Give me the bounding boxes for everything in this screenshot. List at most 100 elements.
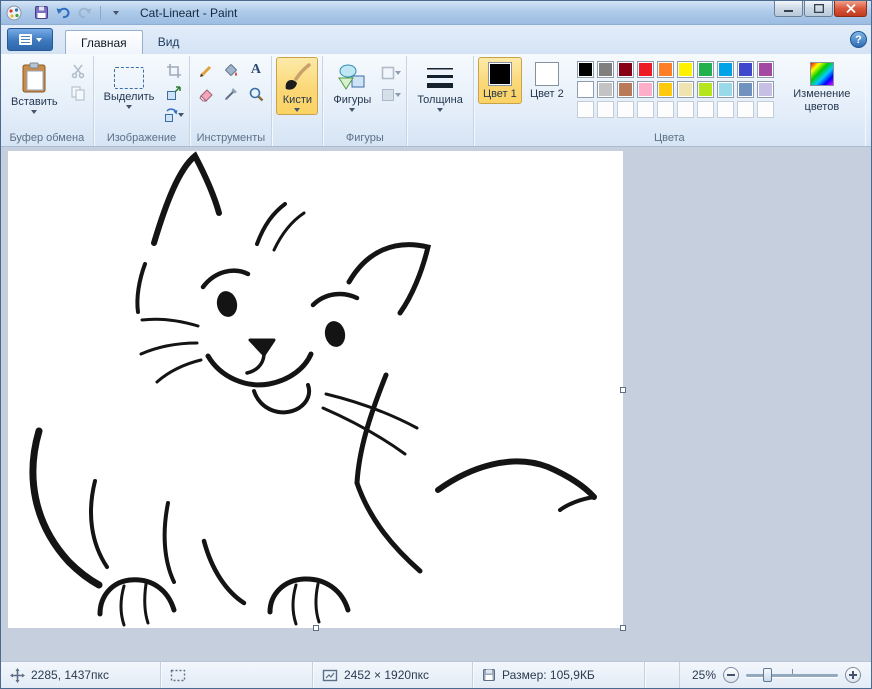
ribbon: Вставить Буфер обмена Выде bbox=[1, 54, 871, 147]
size-button[interactable]: Толщина bbox=[411, 57, 469, 115]
pencil-tool[interactable] bbox=[194, 59, 217, 81]
palette-color-swatch[interactable] bbox=[597, 61, 614, 78]
eraser-tool[interactable] bbox=[194, 83, 217, 105]
palette-color-swatch[interactable] bbox=[737, 81, 754, 98]
paint-app-icon[interactable] bbox=[5, 4, 23, 22]
rotate-button[interactable] bbox=[163, 105, 185, 125]
canvas-resize-handle-right[interactable] bbox=[620, 387, 626, 393]
zoom-in-button[interactable] bbox=[845, 667, 861, 683]
palette-empty-slot[interactable] bbox=[677, 101, 694, 118]
close-button[interactable] bbox=[834, 1, 867, 17]
palette-empty-slot[interactable] bbox=[737, 101, 754, 118]
window-controls bbox=[773, 1, 871, 17]
cut-button[interactable] bbox=[67, 61, 89, 81]
paste-button[interactable]: Вставить bbox=[5, 57, 64, 117]
fill-tool[interactable] bbox=[219, 59, 242, 81]
palette-empty-slot[interactable] bbox=[697, 101, 714, 118]
palette-color-swatch[interactable] bbox=[577, 61, 594, 78]
ribbon-tab-row: Главная Вид ? bbox=[1, 25, 871, 54]
palette-color-swatch[interactable] bbox=[757, 61, 774, 78]
palette-color-swatch[interactable] bbox=[597, 81, 614, 98]
canvas-resize-handle-corner[interactable] bbox=[620, 625, 626, 631]
titlebar: Cat-Lineart - Paint bbox=[1, 1, 871, 25]
palette-color-swatch[interactable] bbox=[697, 81, 714, 98]
scissors-icon bbox=[70, 63, 86, 79]
palette-empty-slot[interactable] bbox=[637, 101, 654, 118]
text-tool[interactable]: A bbox=[244, 59, 267, 81]
resize-button[interactable] bbox=[163, 83, 185, 103]
application-menu-button[interactable] bbox=[7, 28, 53, 51]
palette-empty-slot[interactable] bbox=[597, 101, 614, 118]
color2-button[interactable]: Цвет 2 bbox=[525, 57, 569, 104]
cursor-position-section: 2285, 1437пкс bbox=[1, 662, 161, 688]
customize-qat-button[interactable] bbox=[106, 4, 126, 22]
select-button[interactable]: Выделить bbox=[98, 57, 161, 112]
close-icon bbox=[846, 4, 856, 13]
help-button[interactable]: ? bbox=[850, 31, 867, 48]
palette-color-swatch[interactable] bbox=[657, 81, 674, 98]
tab-home[interactable]: Главная bbox=[65, 30, 143, 54]
palette-color-swatch[interactable] bbox=[637, 81, 654, 98]
palette-color-swatch[interactable] bbox=[577, 81, 594, 98]
palette-empty-slot[interactable] bbox=[757, 101, 774, 118]
fill-bucket-icon bbox=[223, 62, 239, 78]
minimize-button[interactable] bbox=[774, 1, 803, 17]
file-size-section: Размер: 105,9КБ bbox=[473, 662, 645, 688]
magnifier-tool[interactable] bbox=[244, 83, 267, 105]
palette-color-swatch[interactable] bbox=[717, 61, 734, 78]
file-size-value: Размер: 105,9КБ bbox=[502, 668, 595, 682]
zoom-section: 25% bbox=[679, 662, 871, 688]
shape-outline-button[interactable] bbox=[380, 63, 402, 83]
palette-color-swatch[interactable] bbox=[697, 61, 714, 78]
group-tools-label: Инструменты bbox=[194, 130, 267, 146]
tab-view[interactable]: Вид bbox=[143, 30, 195, 54]
color-picker-tool[interactable] bbox=[219, 83, 242, 105]
palette-empty-slot[interactable] bbox=[577, 101, 594, 118]
group-clipboard: Вставить Буфер обмена bbox=[1, 56, 94, 146]
brushes-button[interactable]: Кисти bbox=[276, 57, 318, 115]
palette-empty-slot[interactable] bbox=[717, 101, 734, 118]
tab-view-label: Вид bbox=[158, 35, 180, 49]
zoom-out-button[interactable] bbox=[723, 667, 739, 683]
canvas-resize-handle-bottom[interactable] bbox=[313, 625, 319, 631]
tab-home-label: Главная bbox=[81, 36, 127, 50]
palette-color-swatch[interactable] bbox=[677, 61, 694, 78]
redo-icon bbox=[77, 5, 93, 20]
shapes-button[interactable]: Фигуры bbox=[327, 57, 377, 115]
quick-access-toolbar bbox=[31, 4, 126, 22]
palette-empty-slot[interactable] bbox=[617, 101, 634, 118]
palette-color-swatch[interactable] bbox=[617, 81, 634, 98]
palette-color-swatch[interactable] bbox=[737, 61, 754, 78]
copy-button[interactable] bbox=[67, 83, 89, 103]
palette-color-swatch[interactable] bbox=[637, 61, 654, 78]
image-size-icon bbox=[322, 669, 338, 682]
color1-button[interactable]: Цвет 1 bbox=[478, 57, 522, 104]
group-shapes: Фигуры Фигуры bbox=[323, 56, 407, 146]
zoom-slider[interactable] bbox=[746, 667, 838, 683]
zoom-slider-thumb[interactable] bbox=[763, 668, 772, 682]
palette-color-swatch[interactable] bbox=[677, 81, 694, 98]
chevron-down-icon bbox=[31, 110, 37, 114]
crop-button[interactable] bbox=[163, 61, 185, 81]
shapes-icon bbox=[337, 62, 367, 92]
shape-fill-button[interactable] bbox=[380, 85, 402, 105]
chevron-down-icon bbox=[349, 108, 355, 112]
palette-color-swatch[interactable] bbox=[657, 61, 674, 78]
palette-color-swatch[interactable] bbox=[757, 81, 774, 98]
group-colors: Цвет 1 Цвет 2 Изменение цветов Цвета bbox=[474, 56, 865, 146]
line-thickness-icon bbox=[425, 62, 455, 92]
redo-button[interactable] bbox=[75, 4, 95, 22]
palette-color-swatch[interactable] bbox=[617, 61, 634, 78]
eyedropper-icon bbox=[223, 86, 239, 102]
maximize-button[interactable] bbox=[804, 1, 833, 17]
palette-color-swatch[interactable] bbox=[717, 81, 734, 98]
chevron-down-icon bbox=[395, 93, 401, 97]
palette-empty-slot[interactable] bbox=[657, 101, 674, 118]
edit-colors-button[interactable]: Изменение цветов bbox=[783, 57, 861, 116]
selection-size-icon bbox=[170, 669, 186, 682]
save-button[interactable] bbox=[31, 4, 51, 22]
group-image: Выделить Изображение bbox=[94, 56, 191, 146]
canvas-area bbox=[1, 147, 871, 661]
undo-button[interactable] bbox=[53, 4, 73, 22]
drawing-canvas[interactable] bbox=[8, 151, 623, 628]
